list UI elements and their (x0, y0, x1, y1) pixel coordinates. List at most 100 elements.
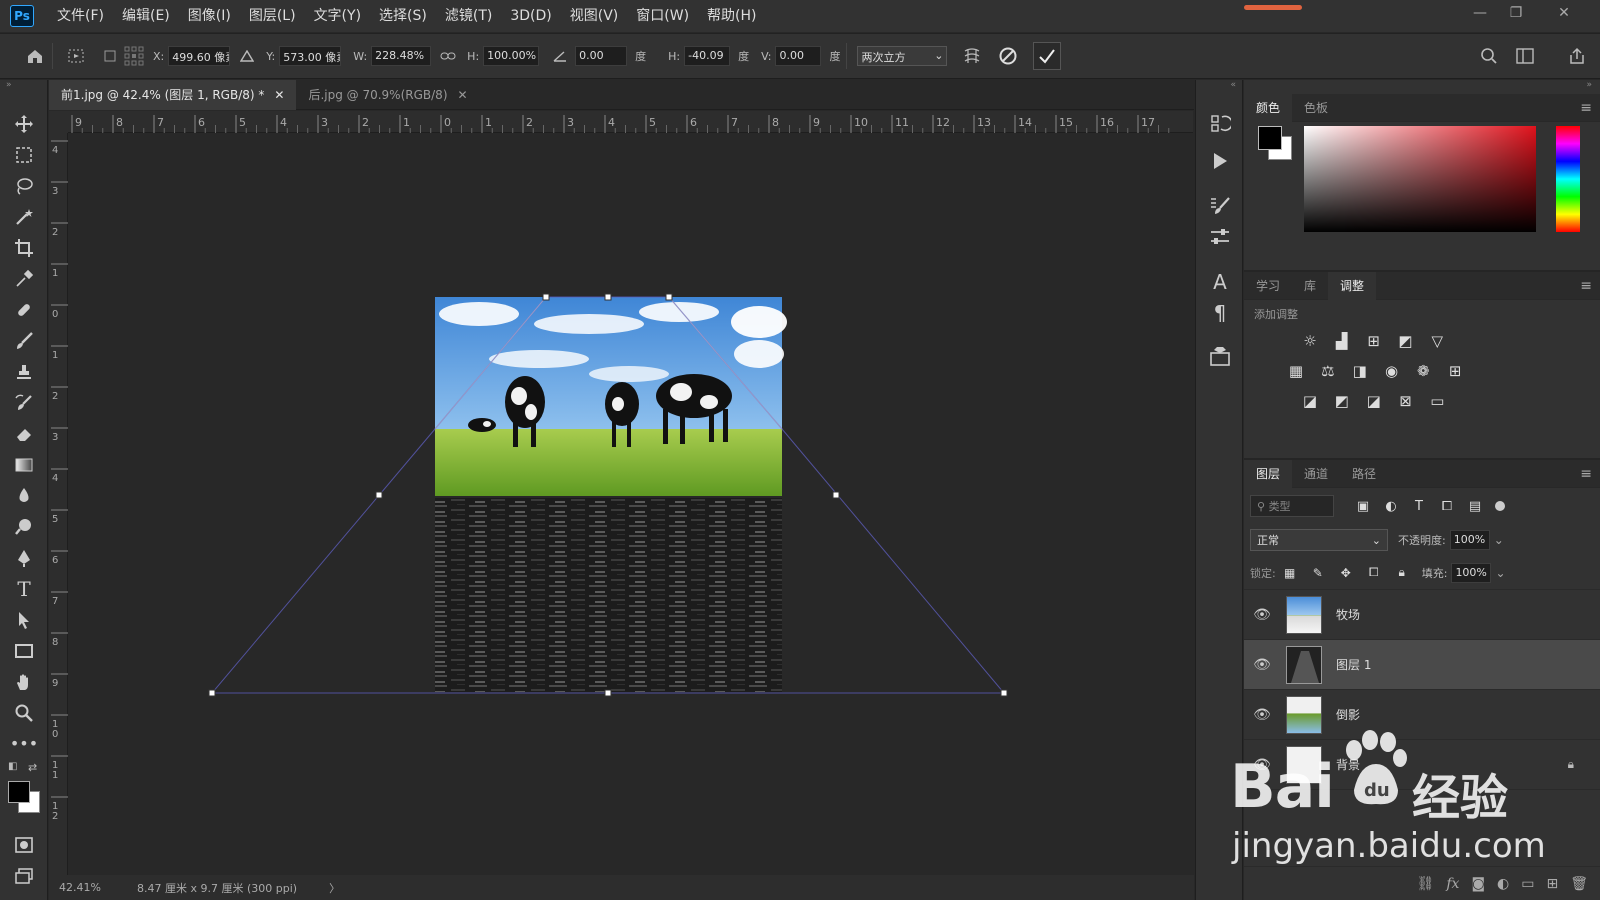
add-mask-icon[interactable]: ◙ (1471, 876, 1485, 892)
menu-type[interactable]: 文字(Y) (305, 0, 370, 32)
brush-tool-icon[interactable] (0, 325, 48, 356)
share-icon[interactable] (1566, 45, 1588, 67)
opacity-field[interactable]: 100% (1449, 530, 1490, 550)
fill-field[interactable]: 100% (1451, 562, 1492, 583)
selective-color-icon[interactable]: ⊠ (1394, 390, 1416, 412)
search-icon[interactable] (1478, 45, 1500, 67)
lasso-tool-icon[interactable] (0, 170, 48, 201)
reference-point-grid-icon[interactable] (123, 45, 145, 67)
magic-wand-icon[interactable] (0, 201, 48, 232)
layer-row[interactable]: 👁︎ 牧场 (1244, 590, 1600, 640)
home-icon[interactable] (24, 45, 46, 67)
menu-select[interactable]: 选择(S) (370, 0, 436, 32)
color-lookup-icon[interactable]: ⊞ (1444, 360, 1466, 382)
reference-point-checkbox[interactable] (99, 45, 121, 67)
vertical-ruler[interactable]: 43210123456789101112 (49, 133, 68, 875)
properties-panel-icon[interactable] (1196, 221, 1244, 252)
tab-document-2[interactable]: 后.jpg @ 70.9%(RGB/8) ✕ (296, 80, 479, 110)
tab-libraries[interactable]: 库 (1292, 272, 1328, 300)
document-canvas[interactable] (69, 134, 1193, 875)
pen-tool-icon[interactable] (0, 542, 48, 573)
posterize-icon[interactable]: ◩ (1331, 390, 1353, 412)
delete-layer-icon[interactable]: 🗑︎ (1570, 876, 1588, 892)
panel-collapse-icon[interactable]: » (1244, 80, 1600, 94)
new-layer-icon[interactable]: ⊞ (1546, 876, 1558, 892)
paragraph-panel-icon[interactable]: ¶ (1196, 297, 1244, 328)
menu-3d[interactable]: 3D(D) (501, 0, 560, 32)
quick-mask-icon[interactable] (0, 829, 48, 860)
layer-name[interactable]: 图层 1 (1336, 656, 1371, 673)
menu-view[interactable]: 视图(V) (561, 0, 628, 32)
brush-settings-icon[interactable] (1196, 190, 1244, 221)
layer-name[interactable]: 倒影 (1336, 706, 1360, 723)
chevron-down-icon[interactable]: ⌄ (1494, 533, 1504, 547)
color-balance-icon[interactable]: ⚖ (1317, 360, 1339, 382)
minimize-icon[interactable]: — (1462, 0, 1498, 26)
menu-filter[interactable]: 滤镜(T) (436, 0, 501, 32)
levels-icon[interactable]: ▟ (1331, 330, 1353, 352)
tab-learn[interactable]: 学习 (1244, 272, 1292, 300)
visibility-eye-icon[interactable]: 👁︎ (1244, 657, 1280, 673)
crop-tool-icon[interactable] (0, 232, 48, 263)
hand-tool-icon[interactable] (0, 666, 48, 697)
panel-foreground-swatch[interactable] (1258, 126, 1282, 150)
x-field[interactable]: 499.60 像素 (168, 46, 231, 66)
eraser-tool-icon[interactable] (0, 418, 48, 449)
history-panel-icon[interactable] (1196, 108, 1244, 139)
tab-adjustments[interactable]: 调整 (1328, 271, 1377, 300)
menu-layer[interactable]: 图层(L) (240, 0, 305, 32)
transform-tool-icon[interactable] (65, 45, 87, 67)
rotate-field[interactable]: 0.00 (575, 46, 628, 66)
menu-image[interactable]: 图像(I) (179, 0, 240, 32)
y-field[interactable]: 573.00 像素 (279, 46, 342, 66)
status-menu-arrow[interactable]: 〉 (329, 880, 340, 896)
foreground-color-swatch[interactable] (8, 781, 30, 803)
marquee-tool-icon[interactable] (0, 139, 48, 170)
cancel-transform-icon[interactable] (997, 45, 1019, 67)
default-colors-icon[interactable]: ◧ (8, 761, 17, 772)
width-field[interactable]: 228.48% (371, 46, 432, 66)
delta-icon[interactable] (236, 45, 258, 67)
close-tab-icon[interactable]: ✕ (458, 80, 468, 110)
3d-panel-icon[interactable] (1196, 340, 1244, 371)
invert-icon[interactable]: ◪ (1299, 390, 1321, 412)
color-swatches[interactable]: ◧ ⇄ (0, 759, 47, 829)
curves-icon[interactable]: ⊞ (1363, 330, 1385, 352)
menu-window[interactable]: 窗口(W) (627, 0, 698, 32)
close-tab-icon[interactable]: ✕ (274, 80, 284, 110)
workspace-icon[interactable] (1514, 45, 1536, 67)
vibrance-icon[interactable]: ▽ (1426, 330, 1448, 352)
photo-filter-icon[interactable]: ◉ (1380, 360, 1402, 382)
lock-artboard-icon[interactable]: ⧠ (1363, 562, 1385, 584)
clone-stamp-icon[interactable] (0, 356, 48, 387)
zoom-level[interactable]: 42.41% (49, 881, 119, 894)
zoom-tool-icon[interactable] (0, 697, 48, 728)
new-adjustment-icon[interactable]: ◐ (1497, 876, 1509, 892)
filter-toggle-icon[interactable] (1495, 501, 1505, 511)
menu-file[interactable]: 文件(F) (48, 0, 113, 32)
exposure-icon[interactable]: ◩ (1394, 330, 1416, 352)
tab-swatches[interactable]: 色板 (1292, 94, 1340, 122)
v-skew-field[interactable]: 0.00 (775, 46, 822, 66)
lock-transparent-icon[interactable]: ▦ (1279, 562, 1301, 584)
screen-mode-icon[interactable] (0, 860, 48, 891)
lock-paint-icon[interactable]: ✎ (1307, 562, 1329, 584)
link-layers-icon[interactable]: ⛓ (1417, 876, 1435, 892)
commit-transform-icon[interactable] (1033, 42, 1062, 70)
layer-name[interactable]: 牧场 (1336, 606, 1360, 623)
visibility-eye-icon[interactable]: 👁︎ (1244, 707, 1280, 723)
lock-all-icon[interactable]: 🔒︎ (1391, 562, 1413, 584)
rectangle-tool-icon[interactable] (0, 635, 48, 666)
collapse-icon[interactable]: » (0, 80, 47, 94)
panel-menu-icon[interactable]: ≡ (1580, 278, 1592, 294)
expand-panels-icon[interactable]: « (1196, 80, 1242, 94)
filter-shape-icon[interactable]: ⧠ (1436, 495, 1458, 517)
visibility-eye-icon[interactable]: 👁︎ (1244, 607, 1280, 623)
chevron-down-icon[interactable]: ⌄ (1495, 566, 1505, 580)
menu-help[interactable]: 帮助(H) (698, 0, 765, 32)
blur-tool-icon[interactable] (0, 480, 48, 511)
filter-type-icon[interactable]: T (1408, 495, 1430, 517)
eyedropper-icon[interactable] (0, 263, 48, 294)
dodge-tool-icon[interactable] (0, 511, 48, 542)
black-white-icon[interactable]: ◨ (1349, 360, 1371, 382)
